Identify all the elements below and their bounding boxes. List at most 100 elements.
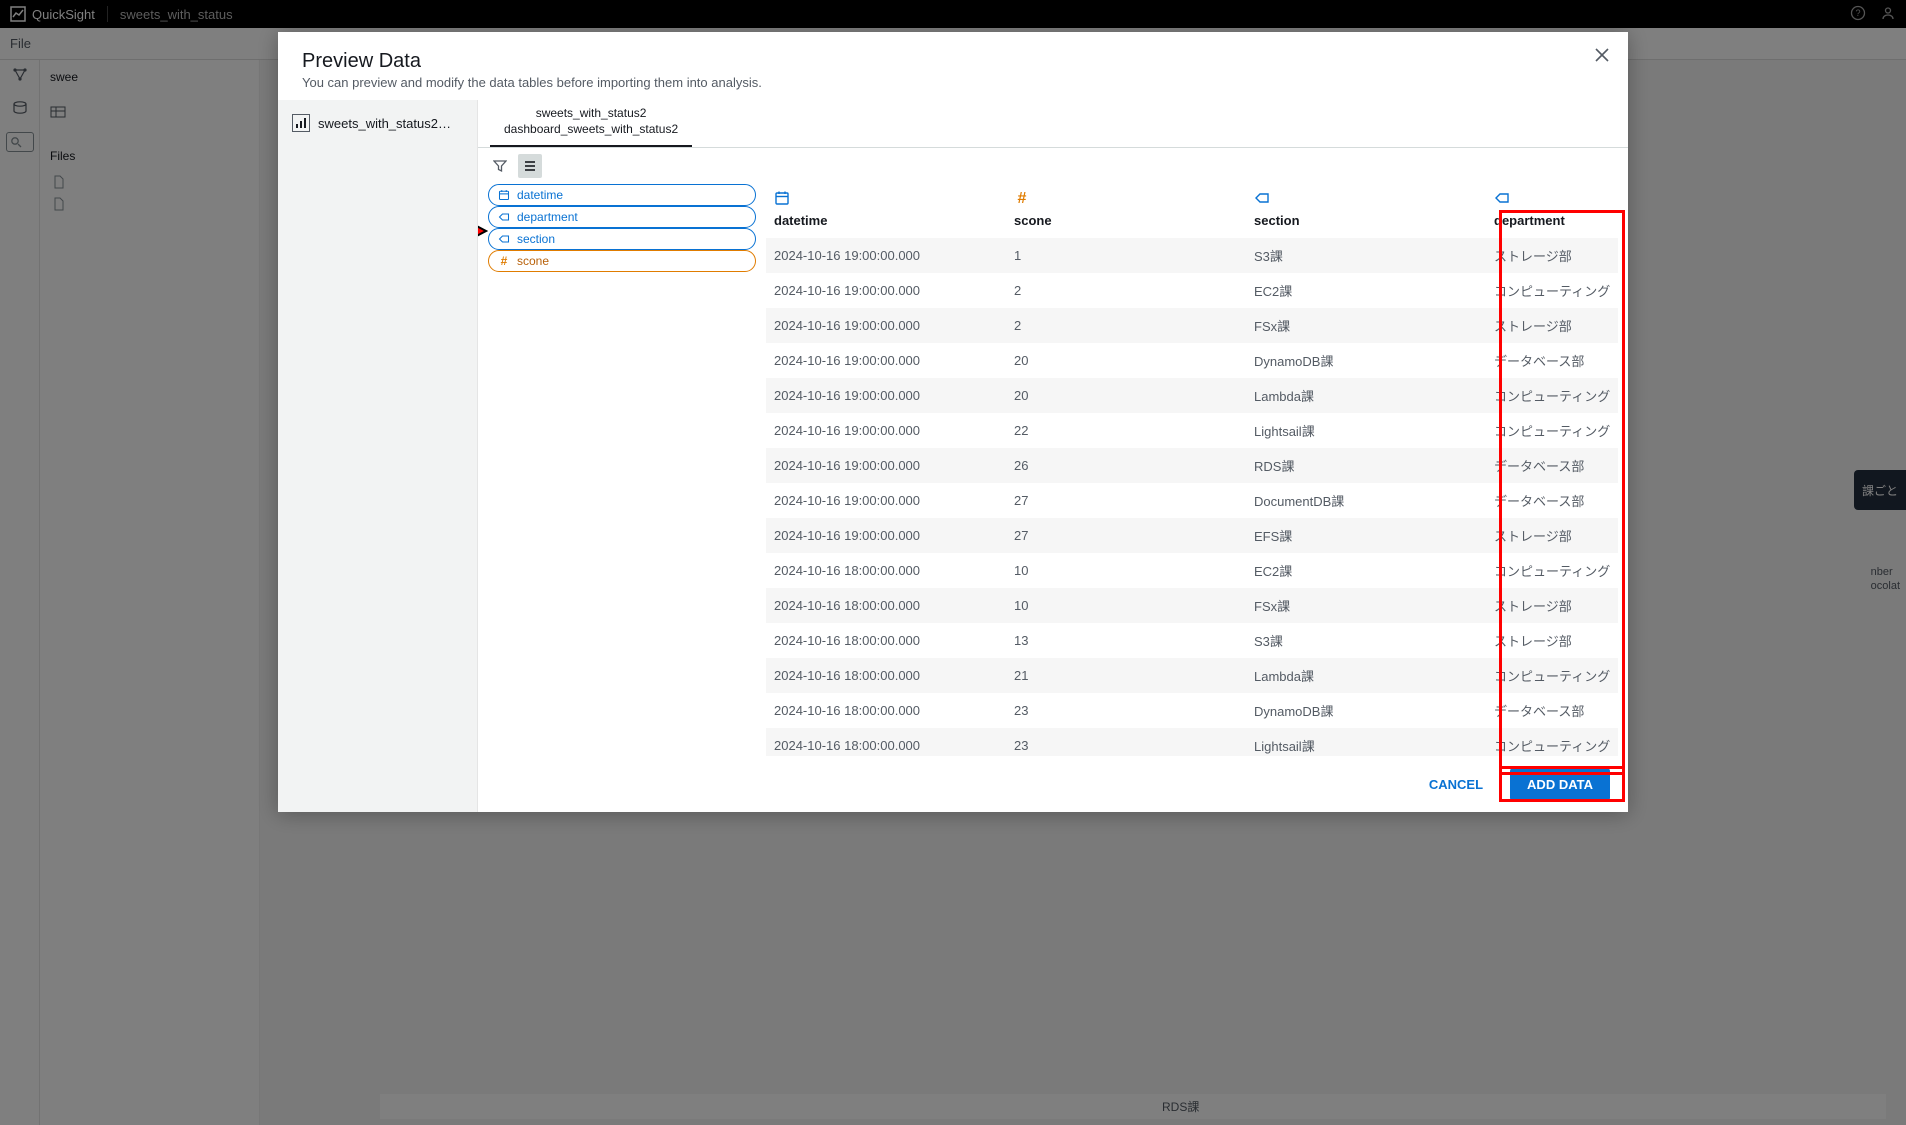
- column-label: department: [1494, 213, 1565, 228]
- cell-department: コンピューティング: [1486, 553, 1618, 588]
- date-icon: [774, 190, 998, 209]
- dim-icon: [1254, 190, 1478, 209]
- cell-datetime: 2024-10-16 19:00:00.000: [766, 238, 1006, 273]
- cell-datetime: 2024-10-16 19:00:00.000: [766, 343, 1006, 378]
- cell-section: S3課: [1246, 238, 1486, 273]
- field-pill-datetime[interactable]: datetime: [488, 184, 756, 206]
- cell-department: データベース部: [1486, 343, 1618, 378]
- field-pill-department[interactable]: department: [488, 206, 756, 228]
- tab-dataset[interactable]: sweets_with_status2 dashboard_sweets_wit…: [490, 100, 692, 147]
- cell-datetime: 2024-10-16 18:00:00.000: [766, 623, 1006, 658]
- cell-department: コンピューティング: [1486, 658, 1618, 693]
- cell-department: データベース部: [1486, 448, 1618, 483]
- cell-scone: 27: [1006, 483, 1246, 518]
- dim-icon: [1494, 190, 1610, 209]
- modal-title: Preview Data: [302, 50, 1604, 73]
- cell-scone: 22: [1006, 413, 1246, 448]
- cell-section: EFS課: [1246, 518, 1486, 553]
- table-row: 2024-10-16 19:00:00.0001S3課ストレージ部: [766, 238, 1618, 273]
- tab-row: sweets_with_status2 dashboard_sweets_wit…: [478, 100, 1628, 148]
- cell-scone: 21: [1006, 658, 1246, 693]
- cell-section: EC2課: [1246, 553, 1486, 588]
- column-header-department[interactable]: department: [1486, 184, 1618, 238]
- cell-datetime: 2024-10-16 19:00:00.000: [766, 518, 1006, 553]
- filter-view-button[interactable]: [488, 154, 512, 178]
- cell-section: DynamoDB課: [1246, 343, 1486, 378]
- pill-label: department: [517, 210, 578, 224]
- cell-section: FSx課: [1246, 308, 1486, 343]
- cell-scone: 23: [1006, 728, 1246, 756]
- list-icon: [523, 159, 537, 173]
- view-toolbar: [478, 148, 1628, 184]
- table-row: 2024-10-16 19:00:00.00020DynamoDB課データベース…: [766, 343, 1618, 378]
- cell-department: コンピューティング: [1486, 378, 1618, 413]
- cell-section: Lightsail課: [1246, 413, 1486, 448]
- column-header-section[interactable]: section: [1246, 184, 1486, 238]
- tab-line2: dashboard_sweets_with_status2: [504, 122, 678, 138]
- cell-datetime: 2024-10-16 18:00:00.000: [766, 553, 1006, 588]
- funnel-icon: [493, 159, 507, 173]
- table-row: 2024-10-16 19:00:00.00020Lambda課コンピューティン…: [766, 378, 1618, 413]
- cell-section: EC2課: [1246, 273, 1486, 308]
- table-row: 2024-10-16 18:00:00.00023Lightsail課コンピュー…: [766, 728, 1618, 756]
- table-row: 2024-10-16 18:00:00.00013S3課ストレージ部: [766, 623, 1618, 658]
- column-header-datetime[interactable]: datetime: [766, 184, 1006, 238]
- field-pill-scone[interactable]: # scone: [488, 250, 756, 272]
- cell-scone: 10: [1006, 588, 1246, 623]
- add-data-button[interactable]: ADD DATA: [1510, 768, 1610, 801]
- cell-section: DocumentDB課: [1246, 483, 1486, 518]
- column-header-scone[interactable]: #scone: [1006, 184, 1246, 238]
- cell-scone: 27: [1006, 518, 1246, 553]
- cell-section: FSx課: [1246, 588, 1486, 623]
- list-view-button[interactable]: [518, 154, 542, 178]
- cell-section: S3課: [1246, 623, 1486, 658]
- cell-department: コンピューティング: [1486, 413, 1618, 448]
- cell-datetime: 2024-10-16 18:00:00.000: [766, 588, 1006, 623]
- dim-icon: [497, 232, 511, 246]
- svg-text:#: #: [501, 255, 508, 267]
- cell-department: コンピューティング: [1486, 273, 1618, 308]
- column-label: scone: [1014, 213, 1052, 228]
- cell-datetime: 2024-10-16 19:00:00.000: [766, 308, 1006, 343]
- cell-section: Lightsail課: [1246, 728, 1486, 756]
- field-pill-section[interactable]: section: [488, 228, 756, 250]
- cell-scone: 20: [1006, 343, 1246, 378]
- cell-scone: 10: [1006, 553, 1246, 588]
- close-icon: [1594, 47, 1610, 63]
- cell-section: Lambda課: [1246, 378, 1486, 413]
- dataset-item[interactable]: sweets_with_status2…: [288, 108, 467, 138]
- cell-datetime: 2024-10-16 18:00:00.000: [766, 658, 1006, 693]
- cell-scone: 23: [1006, 693, 1246, 728]
- table-row: 2024-10-16 18:00:00.00021Lambda課コンピューティン…: [766, 658, 1618, 693]
- cell-scone: 1: [1006, 238, 1246, 273]
- date-icon: [497, 188, 511, 202]
- cell-datetime: 2024-10-16 19:00:00.000: [766, 413, 1006, 448]
- cell-department: データベース部: [1486, 693, 1618, 728]
- close-button[interactable]: [1594, 46, 1610, 69]
- cancel-button[interactable]: CANCEL: [1412, 768, 1500, 801]
- cell-scone: 2: [1006, 273, 1246, 308]
- preview-data-modal: Preview Data You can preview and modify …: [278, 32, 1628, 812]
- column-label: section: [1254, 213, 1300, 228]
- modal-overlay: Preview Data You can preview and modify …: [0, 0, 1906, 1125]
- dataset-label: sweets_with_status2…: [318, 116, 451, 131]
- cell-datetime: 2024-10-16 19:00:00.000: [766, 378, 1006, 413]
- cell-scone: 2: [1006, 308, 1246, 343]
- table-row: 2024-10-16 19:00:00.00026RDS課データベース部: [766, 448, 1618, 483]
- table-row: 2024-10-16 19:00:00.00027EFS課ストレージ部: [766, 518, 1618, 553]
- cell-department: コンピューティング: [1486, 728, 1618, 756]
- modal-subtitle: You can preview and modify the data tabl…: [302, 75, 1604, 90]
- dataset-list: sweets_with_status2…: [278, 100, 478, 812]
- fields-panel: datetime department section # scone: [488, 184, 766, 756]
- table-row: 2024-10-16 18:00:00.00023DynamoDB課データベース…: [766, 693, 1618, 728]
- cell-department: データベース部: [1486, 483, 1618, 518]
- cell-scone: 26: [1006, 448, 1246, 483]
- dim-icon: [497, 210, 511, 224]
- cell-department: ストレージ部: [1486, 308, 1618, 343]
- cell-scone: 20: [1006, 378, 1246, 413]
- table-row: 2024-10-16 19:00:00.00022Lightsail課コンピュー…: [766, 413, 1618, 448]
- pill-label: scone: [517, 254, 549, 268]
- cell-scone: 13: [1006, 623, 1246, 658]
- table-row: 2024-10-16 18:00:00.00010EC2課コンピューティング: [766, 553, 1618, 588]
- cell-datetime: 2024-10-16 19:00:00.000: [766, 273, 1006, 308]
